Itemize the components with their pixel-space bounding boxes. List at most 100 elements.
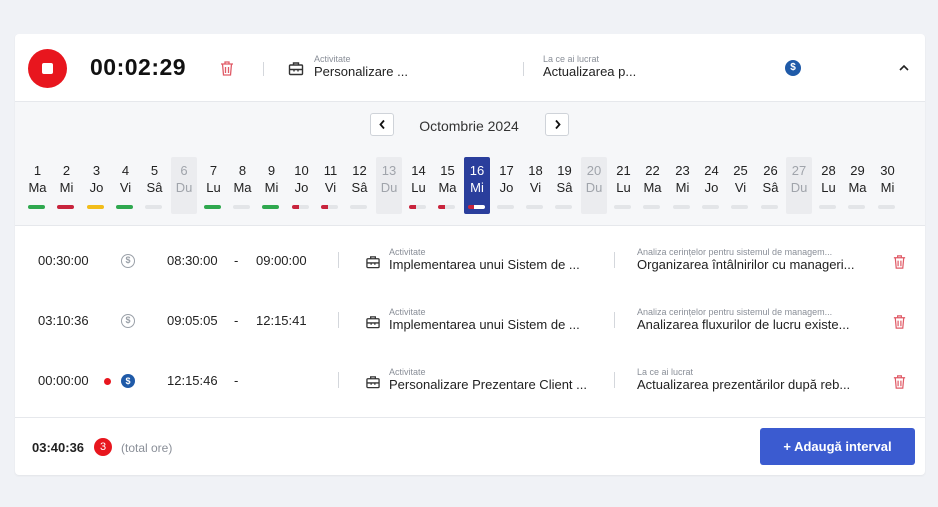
non-billable-icon[interactable]: $ — [121, 314, 135, 328]
day-status-bar — [761, 205, 778, 209]
time-entry-row-running[interactable]: 00:00:00 $ 12:15:46 - Activitate Persona… — [15, 352, 925, 412]
trash-icon[interactable] — [892, 314, 907, 330]
day-status-bar — [204, 205, 221, 209]
entry-end-time[interactable]: 12:15:41 — [256, 313, 307, 328]
calendar-day[interactable]: 12 Sâ — [349, 157, 370, 214]
day-weekday: Du — [585, 180, 603, 195]
entry-work-field[interactable]: Analiza cerințelor pentru sistemul de ma… — [637, 247, 869, 272]
trash-icon[interactable] — [892, 254, 907, 270]
trash-icon[interactable] — [219, 60, 235, 77]
activity-label: Activitate — [314, 54, 351, 64]
header-activity-field[interactable]: Activitate Personalizare ... — [314, 54, 514, 79]
entry-end-time[interactable]: 09:00:00 — [256, 253, 307, 268]
day-status-bar — [262, 205, 279, 209]
stop-timer-button[interactable] — [28, 49, 67, 88]
divider — [523, 62, 524, 76]
divider — [338, 252, 339, 268]
calendar-day[interactable]: 19 Sâ — [554, 157, 575, 214]
non-billable-icon[interactable]: $ — [121, 254, 135, 268]
entry-start-time[interactable]: 08:30:00 — [167, 253, 218, 268]
entry-activity-field[interactable]: Activitate Implementarea unui Sistem de … — [389, 307, 599, 332]
billable-icon[interactable]: $ — [785, 60, 801, 76]
calendar-day[interactable]: 30 Mi — [877, 157, 898, 214]
day-number: 7 — [209, 163, 218, 178]
chevron-up-icon[interactable] — [897, 61, 911, 75]
calendar-day[interactable]: 1 Ma — [27, 157, 48, 214]
prev-month-button[interactable] — [370, 113, 394, 136]
work-value: Organizarea întâlnirilor cu manageri... — [637, 257, 855, 272]
day-number: 4 — [121, 163, 130, 178]
entry-activity-field[interactable]: Activitate Personalizare Prezentare Clie… — [389, 367, 599, 392]
day-status-bar — [28, 205, 45, 209]
day-status-bar — [116, 205, 133, 209]
day-number: 2 — [62, 163, 71, 178]
day-weekday: Mi — [264, 180, 279, 195]
briefcase-icon — [288, 62, 304, 76]
day-number: 10 — [294, 163, 309, 178]
entry-duration: 00:30:00 — [38, 253, 89, 268]
chevron-left-icon — [379, 119, 385, 130]
calendar-day[interactable]: 16 Mi — [464, 157, 490, 214]
calendar-day[interactable]: 18 Vi — [525, 157, 546, 214]
time-separator: - — [234, 313, 239, 328]
day-status-bar — [233, 205, 250, 209]
entry-work-field[interactable]: La ce ai lucrat Actualizarea prezentăril… — [637, 367, 869, 392]
day-status-bar — [819, 205, 836, 209]
trash-icon[interactable] — [892, 374, 907, 390]
day-weekday: Jo — [499, 180, 514, 195]
calendar-day[interactable]: 5 Sâ — [144, 157, 165, 214]
calendar-day[interactable]: 13 Du — [376, 157, 402, 214]
day-weekday: Sâ — [556, 180, 573, 195]
day-weekday: Mi — [675, 180, 690, 195]
calendar-day[interactable]: 6 Du — [171, 157, 197, 214]
calendar-day[interactable]: 26 Sâ — [760, 157, 781, 214]
time-entry-row[interactable]: 03:10:36 $ 09:05:05 - 12:15:41 Activitat… — [15, 292, 925, 352]
calendar-day[interactable]: 27 Du — [786, 157, 812, 214]
calendar-day[interactable]: 8 Ma — [232, 157, 253, 214]
work-label: La ce ai lucrat — [637, 367, 694, 377]
time-entries-list: 00:30:00 $ 08:30:00 - 09:00:00 Activitat… — [15, 226, 925, 418]
day-number: 24 — [704, 163, 719, 178]
entry-start-time[interactable]: 09:05:05 — [167, 313, 218, 328]
activity-value: Implementarea unui Sistem de ... — [389, 257, 580, 272]
calendar-day[interactable]: 9 Mi — [261, 157, 282, 214]
day-number: 25 — [733, 163, 748, 178]
calendar-day[interactable]: 24 Jo — [701, 157, 722, 214]
calendar-day[interactable]: 23 Mi — [672, 157, 693, 214]
day-number: 22 — [645, 163, 660, 178]
add-interval-button[interactable]: + Adaugă interval — [760, 428, 915, 465]
recording-indicator — [104, 378, 111, 385]
calendar-day[interactable]: 25 Vi — [730, 157, 751, 214]
activity-value: Personalizare ... — [314, 64, 408, 79]
briefcase-icon — [366, 256, 380, 269]
calendar-day[interactable]: 15 Ma — [437, 157, 458, 214]
day-picker: Octombrie 2024 1 Ma 2 Mi 3 Jo 4 Vi 5 Sâ 6 Du 7 Lu 8 Ma 9… — [15, 102, 925, 226]
day-number: 16 — [469, 163, 485, 178]
calendar-day[interactable]: 4 Vi — [115, 157, 136, 214]
entry-start-time[interactable]: 12:15:46 — [167, 373, 218, 388]
work-value: Analizarea fluxurilor de lucru existe... — [637, 317, 850, 332]
calendar-day[interactable]: 14 Lu — [408, 157, 429, 214]
calendar-day[interactable]: 10 Jo — [291, 157, 312, 214]
time-entry-row[interactable]: 00:30:00 $ 08:30:00 - 09:00:00 Activitat… — [15, 232, 925, 292]
day-status-bar — [702, 205, 719, 209]
day-number: 26 — [763, 163, 778, 178]
calendar-day[interactable]: 11 Vi — [320, 157, 341, 214]
day-weekday: Du — [790, 180, 808, 195]
calendar-day[interactable]: 17 Jo — [496, 157, 517, 214]
header-work-field[interactable]: La ce ai lucrat Actualizarea p... — [543, 54, 753, 79]
entry-activity-field[interactable]: Activitate Implementarea unui Sistem de … — [389, 247, 599, 272]
entry-work-field[interactable]: Analiza cerințelor pentru sistemul de ma… — [637, 307, 869, 332]
billable-icon[interactable]: $ — [121, 374, 135, 388]
calendar-day[interactable]: 20 Du — [581, 157, 607, 214]
calendar-day[interactable]: 3 Jo — [86, 157, 107, 214]
calendar-day[interactable]: 22 Ma — [642, 157, 663, 214]
calendar-day[interactable]: 2 Mi — [56, 157, 77, 214]
divider — [614, 312, 615, 328]
calendar-day[interactable]: 28 Lu — [818, 157, 839, 214]
calendar-day[interactable]: 21 Lu — [613, 157, 634, 214]
next-month-button[interactable] — [545, 113, 569, 136]
calendar-day[interactable]: 29 Ma — [847, 157, 868, 214]
calendar-day[interactable]: 7 Lu — [203, 157, 224, 214]
entry-duration: 00:00:00 — [38, 373, 89, 388]
